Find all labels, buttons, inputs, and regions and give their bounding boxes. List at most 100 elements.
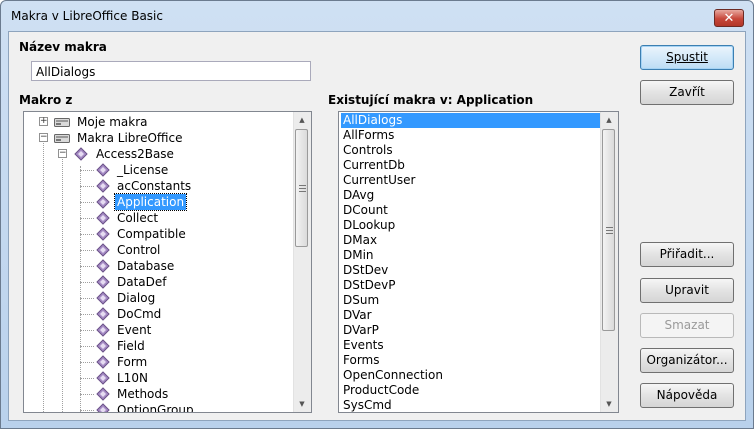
edit-button[interactable]: Upravit (640, 278, 734, 303)
module-icon (96, 227, 110, 241)
module-icon (96, 275, 110, 289)
macro-name-input[interactable]: AllDialogs (31, 61, 311, 81)
tree-module-item[interactable]: Application (24, 193, 294, 211)
library-container-icon (54, 134, 70, 143)
library-tree[interactable]: + Moje makra − Makra LibreOffice − Acces… (23, 111, 312, 413)
tree-root-label: Moje makra (77, 115, 148, 129)
tree-module-item[interactable]: OptionGroup (24, 402, 294, 412)
title-bar[interactable]: Makra v LibreOffice Basic ✕ (1, 1, 753, 31)
macro-list-item[interactable]: CurrentUser (341, 173, 604, 188)
tree-root-item[interactable]: + Moje makra (24, 114, 294, 130)
tree-module-label: Form (117, 355, 148, 369)
tree-module-label: Database (117, 259, 175, 273)
macro-list-item[interactable]: DMin (341, 248, 604, 263)
organizer-button[interactable]: Organizátor... (640, 348, 734, 373)
tree-module-item[interactable]: DoCmd (24, 306, 294, 322)
macro-list-item[interactable]: AllDialogs (341, 113, 604, 128)
tree-library-label: Access2Base (96, 147, 174, 161)
tree-scrollbar[interactable]: ▲ ▼ (293, 112, 311, 412)
tree-library-item[interactable]: − Access2Base (24, 146, 294, 162)
tree-module-item[interactable]: Form (24, 354, 294, 370)
library-container-icon (54, 118, 70, 127)
tree-module-item[interactable]: Field (24, 338, 294, 354)
macros-scroll-thumb[interactable] (602, 129, 615, 331)
module-icon (96, 291, 110, 305)
tree-root-item[interactable]: − Makra LibreOffice (24, 130, 294, 146)
module-icon (96, 243, 110, 257)
macro-list-item[interactable]: DLookup (341, 218, 604, 233)
macro-list-item[interactable]: DMax (341, 233, 604, 248)
assign-button[interactable]: Přiřadit... (640, 242, 734, 267)
tree-module-label: DoCmd (117, 307, 162, 321)
macro-list-item[interactable]: SysCmd (341, 398, 604, 412)
module-icon (96, 339, 110, 353)
module-icon (96, 259, 110, 273)
macro-list-item[interactable]: DVarP (341, 323, 604, 338)
module-icon (96, 355, 110, 369)
tree-module-item[interactable]: Collect (24, 210, 294, 226)
module-icon (96, 403, 110, 412)
collapse-icon[interactable]: − (58, 149, 67, 158)
tree-module-item[interactable]: Compatible (24, 226, 294, 242)
macro-list-item[interactable]: Events (341, 338, 604, 353)
tree-module-item[interactable]: _License (24, 162, 294, 178)
scroll-up-icon[interactable]: ▲ (294, 112, 310, 128)
tree-module-item[interactable]: acConstants (24, 178, 294, 194)
macro-list-item[interactable]: DCount (341, 203, 604, 218)
window-title: Makra v LibreOffice Basic (11, 9, 163, 23)
module-icon (96, 163, 110, 177)
tree-module-item[interactable]: L10N (24, 370, 294, 386)
help-button[interactable]: Nápověda (640, 383, 734, 408)
dialog-client-area: Název makra AllDialogs Makro z Existujíc… (8, 31, 746, 421)
scroll-down-icon[interactable]: ▼ (601, 396, 617, 412)
module-icon (96, 307, 110, 321)
macro-list-item[interactable]: CurrentDb (341, 158, 604, 173)
tree-module-label: Collect (117, 211, 159, 225)
existing-macros-label: Existující makra v: Application (328, 93, 534, 107)
tree-module-label: DataDef (117, 275, 167, 289)
module-icon (96, 179, 110, 193)
tree-root-label: Makra LibreOffice (77, 131, 183, 145)
tree-module-label: Control (117, 243, 161, 257)
close-window-button[interactable]: ✕ (714, 9, 744, 27)
tree-module-label: Event (117, 323, 152, 337)
existing-macros-list[interactable]: AllDialogs AllForms Controls CurrentDb Curre… (338, 111, 619, 413)
module-icon (96, 323, 110, 337)
tree-module-label: acConstants (117, 179, 192, 193)
tree-module-label: Compatible (117, 227, 186, 241)
macro-list-item[interactable]: DAvg (341, 188, 604, 203)
tree-module-item[interactable]: Dialog (24, 290, 294, 306)
macro-list-item[interactable]: Forms (341, 353, 604, 368)
tree-module-label: Application (113, 193, 188, 211)
macro-list-item[interactable]: ProductCode (341, 383, 604, 398)
macro-list-item[interactable]: DVar (341, 308, 604, 323)
delete-button: Smazat (640, 313, 734, 338)
macro-list-item[interactable]: Controls (341, 143, 604, 158)
macro-name-label: Název makra (19, 40, 107, 54)
macro-list-item[interactable]: DStDev (341, 263, 604, 278)
tree-scroll-thumb[interactable] (295, 129, 308, 247)
tree-module-label: Dialog (117, 291, 156, 305)
expand-icon[interactable]: + (39, 117, 48, 126)
run-button[interactable]: Spustit (640, 45, 734, 70)
macro-list-item[interactable]: AllForms (341, 128, 604, 143)
tree-module-label: L10N (117, 371, 148, 385)
macro-list-item[interactable]: DStDevP (341, 278, 604, 293)
tree-module-item[interactable]: Event (24, 322, 294, 338)
tree-module-item[interactable]: DataDef (24, 274, 294, 290)
macro-list-item[interactable]: OpenConnection (341, 368, 604, 383)
scroll-down-icon[interactable]: ▼ (294, 396, 310, 412)
library-icon (74, 147, 88, 161)
tree-module-item[interactable]: Control (24, 242, 294, 258)
module-icon (96, 387, 110, 401)
macro-list-item[interactable]: DSum (341, 293, 604, 308)
tree-module-label: _License (117, 163, 169, 177)
collapse-icon[interactable]: − (39, 133, 48, 142)
scroll-up-icon[interactable]: ▲ (601, 112, 617, 128)
close-button[interactable]: Zavřít (640, 80, 734, 105)
tree-module-item[interactable]: Database (24, 258, 294, 274)
macros-scrollbar[interactable]: ▲ ▼ (600, 112, 618, 412)
tree-module-label: Methods (117, 387, 169, 401)
module-icon (96, 195, 110, 209)
tree-module-item[interactable]: Methods (24, 386, 294, 402)
